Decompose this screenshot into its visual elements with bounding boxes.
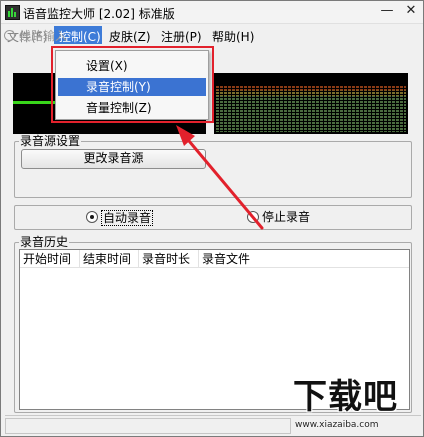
app-window: 语音监控大师 [2.02] 标准版 — ✕ 文件(F) 控制(C) 皮肤(Z) …	[0, 0, 424, 437]
watermark-url: www.xiazaiba.com	[295, 420, 379, 430]
close-button[interactable]: ✕	[402, 3, 420, 19]
spectrum-meter	[214, 73, 408, 134]
status-segment-main	[5, 418, 291, 434]
menu-control[interactable]: 控制(C)	[59, 28, 101, 45]
title-bar: 语音监控大师 [2.02] 标准版 — ✕	[1, 1, 423, 24]
record-mode-group	[14, 205, 412, 230]
menu-help[interactable]: 帮助(H)	[212, 28, 254, 45]
spectrum-bars	[216, 86, 406, 132]
radio-circle-icon	[4, 30, 15, 41]
auto-record-label: 自动录音	[101, 210, 154, 226]
watermark-logo: 下载吧	[293, 377, 398, 417]
column-file[interactable]: 录音文件	[199, 250, 409, 268]
column-start-time[interactable]: 开始时间	[20, 250, 80, 268]
radio-empty-icon	[247, 211, 259, 223]
menu-bar: 文件(F) 控制(C) 皮肤(Z) 注册(P) 帮助(H)	[1, 24, 423, 46]
stop-record-label: 停止录音	[262, 210, 311, 224]
menu-skin[interactable]: 皮肤(Z)	[109, 28, 151, 45]
app-logo-icon	[5, 5, 20, 20]
history-table-header: 开始时间 结束时间 录音时长 录音文件	[20, 250, 409, 268]
radio-selected-icon	[86, 211, 98, 223]
window-title: 语音监控大师 [2.02] 标准版	[23, 7, 175, 21]
menu-register[interactable]: 注册(P)	[161, 28, 202, 45]
column-duration[interactable]: 录音时长	[139, 250, 199, 268]
record-history-title: 录音历史	[19, 235, 70, 249]
auto-record-radio[interactable]: 自动录音	[86, 210, 186, 226]
stop-record-radio[interactable]: 停止录音	[247, 210, 327, 225]
column-end-time[interactable]: 结束时间	[80, 250, 139, 268]
change-source-button[interactable]: 更改录音源	[21, 149, 206, 169]
line-input-hint: 线路输入	[4, 27, 67, 44]
watermark: 下载吧 www.xiazaiba.com	[293, 379, 421, 437]
annotation-highlight-box	[51, 46, 214, 123]
minimize-button[interactable]: —	[378, 3, 396, 19]
record-source-title: 录音源设置	[19, 134, 82, 148]
